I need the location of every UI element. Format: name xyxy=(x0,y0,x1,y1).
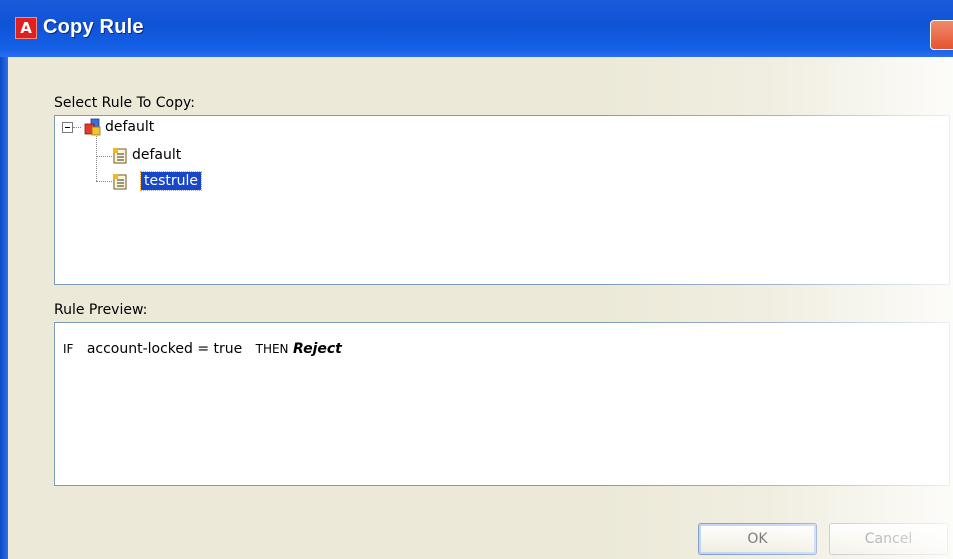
tree-connector xyxy=(96,136,97,181)
rule-preview-label: Rule Preview: xyxy=(54,302,148,318)
close-button[interactable] xyxy=(930,20,953,50)
rule-document-icon xyxy=(113,174,127,190)
ok-button[interactable]: OK xyxy=(698,523,817,555)
rule-condition: account-locked = true xyxy=(86,341,243,357)
select-rule-label: Select Rule To Copy: xyxy=(54,95,195,111)
dialog-title: Copy Rule xyxy=(43,16,144,38)
tree-connector xyxy=(73,127,81,128)
tree-connector xyxy=(96,156,112,157)
rule-action: Reject xyxy=(293,341,342,357)
window-border xyxy=(0,57,8,559)
if-keyword: IF xyxy=(63,342,74,356)
cancel-button[interactable]: Cancel xyxy=(829,523,948,555)
database-group-icon xyxy=(84,118,101,136)
rule-preview-text: IF account-locked = true THEN Reject xyxy=(63,341,342,357)
adobe-a-icon: A xyxy=(15,17,37,39)
copy-rule-dialog: A Copy Rule Select Rule To Copy: default… xyxy=(0,0,953,559)
tree-root-label[interactable]: default xyxy=(105,119,154,135)
title-bar[interactable]: A Copy Rule xyxy=(0,0,953,57)
rule-tree-panel[interactable] xyxy=(54,115,950,285)
tree-connector xyxy=(96,181,112,182)
rule-document-icon xyxy=(113,148,127,164)
then-keyword: THEN xyxy=(255,342,289,356)
tree-collapse-toggle[interactable] xyxy=(62,122,73,133)
tree-item-default[interactable]: default xyxy=(132,147,181,163)
tree-item-testrule[interactable]: testrule xyxy=(139,171,203,191)
